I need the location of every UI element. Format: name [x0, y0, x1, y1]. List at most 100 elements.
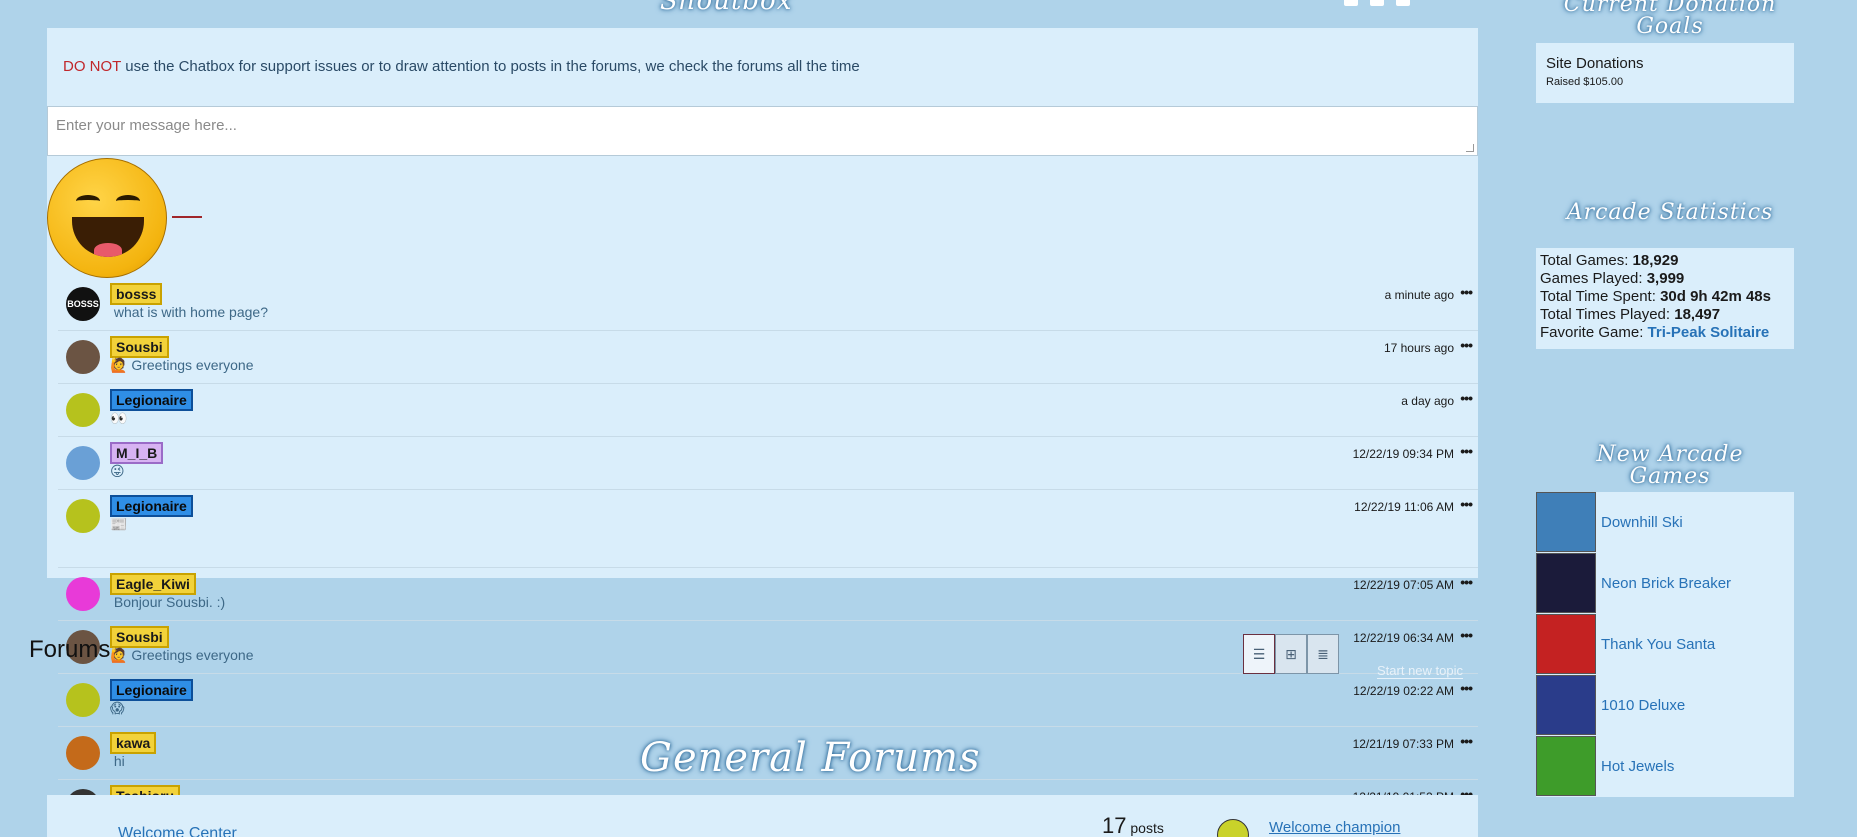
avatar[interactable]: [1217, 819, 1249, 837]
message-text: 🙋 Greetings everyone: [110, 647, 254, 664]
new-game-item[interactable]: Hot Jewels: [1536, 736, 1674, 796]
message-username[interactable]: Sousbi: [110, 626, 169, 648]
donation-raised: Raised $105.00: [1546, 76, 1624, 88]
stat-time-spent: Total Time Spent: 30d 9h 42m 48s: [1540, 288, 1790, 306]
laughing-emoji-icon: [47, 158, 167, 278]
notice-warning: DO NOT: [63, 58, 122, 75]
avatar[interactable]: [66, 446, 100, 480]
start-new-topic-link[interactable]: Start new topic: [1377, 663, 1463, 679]
game-name-link[interactable]: Downhill Ski: [1601, 514, 1683, 531]
message-emoji-icon: 🙋: [110, 647, 128, 663]
message-username[interactable]: bosss: [110, 283, 163, 305]
forum-post-count: 17 posts: [1102, 813, 1164, 837]
arcade-stats-box: Total Games: 18,929 Games Played: 3,999 …: [1536, 248, 1794, 349]
message-username[interactable]: Legionaire: [110, 495, 193, 517]
game-thumbnail[interactable]: [1536, 553, 1596, 613]
message-emoji-icon: 👀: [110, 410, 128, 426]
game-name-link[interactable]: Thank You Santa: [1601, 636, 1715, 653]
avatar[interactable]: [66, 683, 100, 717]
avatar[interactable]: BOSSS: [66, 287, 100, 321]
message-username[interactable]: Legionaire: [110, 389, 193, 411]
more-options-icon[interactable]: •••: [1460, 443, 1473, 459]
posts-label: posts: [1130, 820, 1164, 836]
message-timestamp: a day ago: [1401, 394, 1454, 408]
message-username[interactable]: Sousbi: [110, 336, 169, 358]
emoji-underline: [172, 216, 202, 218]
game-name-link[interactable]: Hot Jewels: [1601, 758, 1674, 775]
forums-label: Forums: [29, 636, 111, 663]
new-games-box: Downhill Ski Neon Brick Breaker Thank You …: [1536, 492, 1794, 797]
compact-view-button[interactable]: ≣: [1307, 634, 1339, 674]
message-text: 📰: [110, 516, 127, 533]
new-game-item[interactable]: Neon Brick Breaker: [1536, 553, 1731, 613]
stat-label: Total Times Played:: [1540, 306, 1671, 323]
emoji-eye: [116, 195, 140, 207]
more-options-icon[interactable]: •••: [1460, 680, 1473, 696]
stat-value: 30d 9h 42m 48s: [1660, 288, 1771, 305]
chat-message: BOSSS bosss what is with home page? a minu…: [58, 278, 1478, 331]
message-timestamp: 12/21/19 07:33 PM: [1352, 737, 1454, 751]
game-thumbnail[interactable]: [1536, 675, 1596, 735]
more-options-icon[interactable]: •••: [1460, 496, 1473, 512]
new-game-item[interactable]: Thank You Santa: [1536, 614, 1715, 674]
message-text: 😜: [110, 463, 125, 480]
emoji-mouth: [72, 217, 144, 257]
message-timestamp: 12/22/19 02:22 AM: [1353, 684, 1454, 698]
chevron-down-icon[interactable]: [1396, 0, 1410, 6]
new-game-item[interactable]: Downhill Ski: [1536, 492, 1683, 552]
minimize-icon[interactable]: [1344, 0, 1358, 6]
game-thumbnail[interactable]: [1536, 736, 1596, 796]
chat-message: Legionaire 😱 12/22/19 02:22 AM •••: [58, 674, 1478, 727]
stat-label: Total Time Spent:: [1540, 288, 1656, 305]
message-emoji-icon: 😱: [110, 700, 125, 716]
more-options-icon[interactable]: •••: [1460, 337, 1473, 353]
grid-view-button[interactable]: ⊞: [1275, 634, 1307, 674]
chat-message-input[interactable]: Enter your message here...: [47, 106, 1478, 156]
message-body: Greetings everyone: [131, 647, 254, 663]
donation-box: Site Donations Raised $105.00: [1536, 43, 1794, 103]
favorite-game-link[interactable]: Tri-Peak Solitaire: [1648, 324, 1770, 341]
new-game-item[interactable]: 1010 Deluxe: [1536, 675, 1685, 735]
message-text: 👀: [110, 410, 127, 427]
donation-name: Site Donations: [1546, 55, 1644, 72]
message-timestamp: 12/22/19 11:06 AM: [1354, 500, 1454, 514]
stat-times-played: Total Times Played: 18,497: [1540, 306, 1790, 324]
new-arcade-games-title: New Arcade Games: [1596, 442, 1744, 489]
more-options-icon[interactable]: •••: [1460, 284, 1473, 300]
chatbox-title: Shoutbox: [660, 0, 793, 16]
chat-message: Legionaire 📰 12/22/19 11:06 AM •••: [58, 490, 1478, 568]
avatar[interactable]: [66, 499, 100, 533]
avatar[interactable]: [66, 736, 100, 770]
maximize-icon[interactable]: [1370, 0, 1384, 6]
arcade-stats-title: Arcade Statistics: [1566, 200, 1774, 225]
message-emoji-icon: 📰: [110, 516, 128, 532]
message-username[interactable]: Legionaire: [110, 679, 193, 701]
game-thumbnail[interactable]: [1536, 492, 1596, 552]
last-post-link[interactable]: Welcome champion: [1269, 819, 1400, 836]
message-username[interactable]: kawa: [110, 732, 157, 754]
more-options-icon[interactable]: •••: [1460, 574, 1473, 590]
message-username[interactable]: Eagle_Kiwi: [110, 573, 196, 595]
message-timestamp: a minute ago: [1384, 288, 1454, 302]
game-thumbnail[interactable]: [1536, 614, 1596, 674]
list-view-button[interactable]: ☰: [1243, 634, 1275, 674]
message-username[interactable]: M_I_B: [110, 442, 164, 464]
game-name-link[interactable]: Neon Brick Breaker: [1601, 575, 1731, 592]
stat-value: 18,929: [1632, 252, 1679, 269]
chatbox-controls: [1344, 0, 1410, 6]
forum-name-link[interactable]: Welcome Center: [118, 825, 237, 837]
message-body: hi: [113, 753, 125, 769]
more-options-icon[interactable]: •••: [1460, 733, 1473, 749]
more-options-icon[interactable]: •••: [1460, 627, 1473, 643]
stat-label: Games Played:: [1540, 270, 1643, 287]
stat-label: Favorite Game:: [1540, 324, 1644, 341]
message-text: Bonjour Sousbi. :): [110, 594, 225, 610]
avatar[interactable]: [66, 393, 100, 427]
game-name-link[interactable]: 1010 Deluxe: [1601, 697, 1685, 714]
avatar[interactable]: [66, 340, 100, 374]
more-options-icon[interactable]: •••: [1460, 390, 1473, 406]
avatar[interactable]: [66, 577, 100, 611]
message-timestamp: 12/22/19 07:05 AM: [1353, 578, 1454, 592]
stat-label: Total Games:: [1540, 252, 1629, 269]
chat-message: Eagle_Kiwi Bonjour Sousbi. :) 12/22/19 07…: [58, 568, 1478, 621]
